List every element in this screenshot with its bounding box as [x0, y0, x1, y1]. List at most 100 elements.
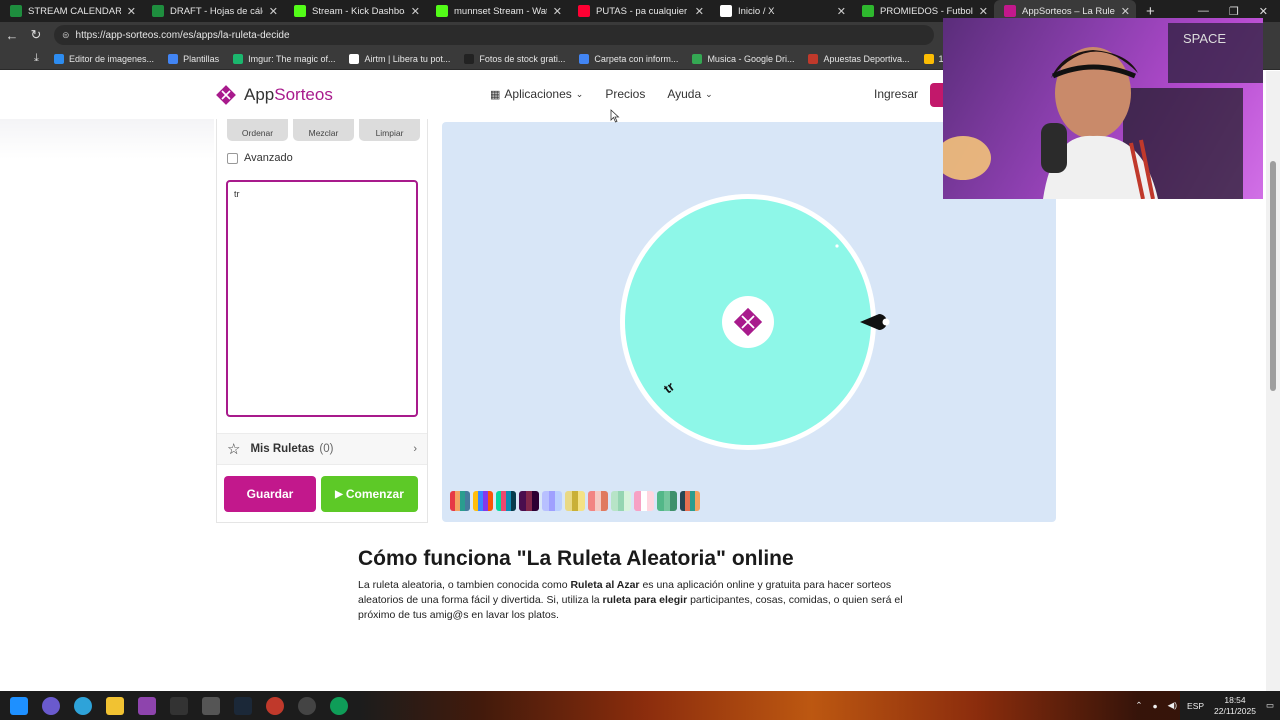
sidebar-shade [0, 119, 214, 159]
color-palette-swatch[interactable] [473, 491, 493, 511]
bookmark-item[interactable]: Musica - Google Dri... [692, 53, 794, 64]
edge-icon[interactable] [74, 696, 92, 715]
color-palette-swatch[interactable] [450, 491, 470, 511]
tab-close-icon[interactable]: ✕ [269, 5, 278, 18]
steam-icon[interactable] [234, 696, 252, 715]
minimize-icon[interactable]: — [1198, 5, 1209, 17]
new-tab-icon[interactable]: + [1146, 3, 1155, 20]
app-icon[interactable] [138, 696, 156, 715]
bookmark-item[interactable]: Apuestas Deportiva... [808, 53, 910, 64]
avanzado-checkbox[interactable] [227, 152, 238, 164]
url-field[interactable]: ⊜ https://app-sorteos.com/es/apps/la-rul… [54, 25, 934, 45]
limpiar-button[interactable]: Limpiar [359, 119, 420, 141]
avanzado-label: Avanzado [244, 152, 293, 164]
comenzar-button[interactable]: ▶ Comenzar [321, 476, 418, 512]
color-palette-swatch[interactable] [496, 491, 516, 511]
color-palette-swatch[interactable] [634, 491, 654, 511]
color-palette-swatch[interactable] [519, 491, 539, 511]
mis-ruletas-row[interactable]: ☆ Mis Ruletas (0) › [217, 433, 427, 465]
guardar-button[interactable]: Guardar [224, 476, 316, 512]
palette-list [450, 491, 700, 511]
names-panel: Ordenar Mezclar Limpiar Avanzado tr ☆ Mi… [216, 119, 428, 523]
tab-close-icon[interactable]: ✕ [553, 5, 562, 18]
nav-aplicaciones[interactable]: ▦ Aplicaciones ⌄ [490, 87, 583, 101]
bookmark-item[interactable]: Carpeta con inform... [579, 53, 679, 64]
bookmark-favicon-icon [168, 53, 179, 64]
chevron-right-icon: › [413, 443, 417, 455]
tab-close-icon[interactable]: ✕ [1121, 5, 1130, 18]
browser-tab[interactable]: PUTAS - pa cualquier m ✕ [568, 0, 710, 22]
mis-ruletas-label: Mis Ruletas [250, 443, 315, 455]
tab-favicon-icon [436, 5, 448, 17]
browser-tab[interactable]: munnset Stream - Watc ✕ [426, 0, 568, 22]
avanzado-option[interactable]: Avanzado [227, 152, 293, 164]
app-icon[interactable] [170, 696, 188, 715]
tab-favicon-icon [862, 5, 874, 17]
browser-tab[interactable]: Stream - Kick Dashboard ✕ [284, 0, 426, 22]
page-scrollbar[interactable] [1266, 71, 1280, 691]
mic-icon[interactable]: ● [1153, 701, 1158, 711]
tab-title: munnset Stream - Watc [454, 5, 547, 17]
bookmark-item[interactable]: Imgur: The magic of... [233, 53, 336, 64]
color-palette-swatch[interactable] [565, 491, 585, 511]
bookmark-item[interactable]: Airtm | Libera tu pot... [349, 53, 450, 64]
ordenar-button[interactable]: Ordenar [227, 119, 288, 141]
site-logo[interactable]: AppSorteos [214, 83, 333, 107]
tab-close-icon[interactable]: ✕ [695, 5, 704, 18]
login-link[interactable]: Ingresar [874, 87, 918, 101]
tab-favicon-icon [294, 5, 306, 17]
bookmark-favicon-icon [808, 53, 819, 64]
tab-close-icon[interactable]: ✕ [837, 5, 846, 18]
nav-precios[interactable]: Precios [605, 87, 645, 101]
nav-aplicaciones-label: Aplicaciones [504, 87, 572, 101]
language-indicator[interactable]: ESP [1187, 701, 1204, 711]
bookmark-item[interactable]: Editor de imagenes... [54, 53, 155, 64]
wheel-sparkle [835, 244, 839, 248]
bookmark-item[interactable]: Plantillas [168, 53, 220, 64]
bookmark-label: Carpeta con inform... [594, 53, 679, 64]
color-palette-swatch[interactable] [680, 491, 700, 511]
copilot-icon[interactable] [42, 696, 60, 715]
back-icon[interactable]: ← [0, 28, 24, 43]
site-info-icon[interactable]: ⊜ [62, 30, 70, 41]
bookmark-favicon-icon [923, 53, 934, 64]
bookmark-label: Fotos de stock grati... [479, 53, 566, 64]
downloads-icon[interactable]: ⤓ [34, 52, 39, 65]
nav-ayuda[interactable]: Ayuda ⌄ [667, 87, 712, 101]
mis-ruletas-count: (0) [319, 443, 334, 455]
bookmark-label: Editor de imagenes... [69, 53, 155, 64]
bookmark-label: Apuestas Deportiva... [823, 53, 910, 64]
article-title: Cómo funciona "La Ruleta Aleatoria" onli… [358, 547, 794, 570]
notifications-icon[interactable]: ▭ [1266, 700, 1274, 711]
color-palette-swatch[interactable] [611, 491, 631, 511]
clock[interactable]: 18:54 22/11/2025 [1214, 695, 1256, 717]
reload-icon[interactable]: ↻ [24, 27, 48, 43]
bookmark-label: Plantillas [183, 53, 220, 64]
scrollbar-thumb[interactable] [1270, 161, 1276, 391]
volume-icon[interactable]: ◀) [1168, 700, 1177, 711]
tab-close-icon[interactable]: ✕ [411, 5, 420, 18]
browser-tab[interactable]: Inicio / X ✕ [710, 0, 852, 22]
app-icon[interactable] [202, 696, 220, 715]
tab-favicon-icon [1004, 5, 1016, 17]
names-textarea[interactable]: tr [226, 180, 418, 417]
chrome-icon[interactable] [330, 696, 348, 715]
color-palette-swatch[interactable] [542, 491, 562, 511]
webcam-overlay: SPACE [943, 18, 1263, 199]
obs-icon[interactable] [298, 696, 316, 715]
close-window-icon[interactable]: ✕ [1259, 5, 1268, 18]
bookmark-item[interactable]: Fotos de stock grati... [464, 53, 566, 64]
file-explorer-icon[interactable] [106, 696, 124, 715]
tab-close-icon[interactable]: ✕ [979, 5, 988, 18]
bookmark-label: Imgur: The magic of... [248, 53, 336, 64]
color-palette-swatch[interactable] [657, 491, 677, 511]
color-palette-swatch[interactable] [588, 491, 608, 511]
browser-tab[interactable]: STREAM CALENDAR - Hojas ✕ [0, 0, 142, 22]
start-icon[interactable] [10, 696, 28, 715]
app-icon[interactable] [266, 696, 284, 715]
tab-close-icon[interactable]: ✕ [127, 5, 136, 18]
mezclar-button[interactable]: Mezclar [293, 119, 354, 141]
browser-tab[interactable]: DRAFT - Hojas de cálculo de ✕ [142, 0, 284, 22]
restore-icon[interactable]: ❐ [1229, 5, 1239, 18]
chevron-up-icon[interactable]: ⌃ [1135, 700, 1142, 711]
